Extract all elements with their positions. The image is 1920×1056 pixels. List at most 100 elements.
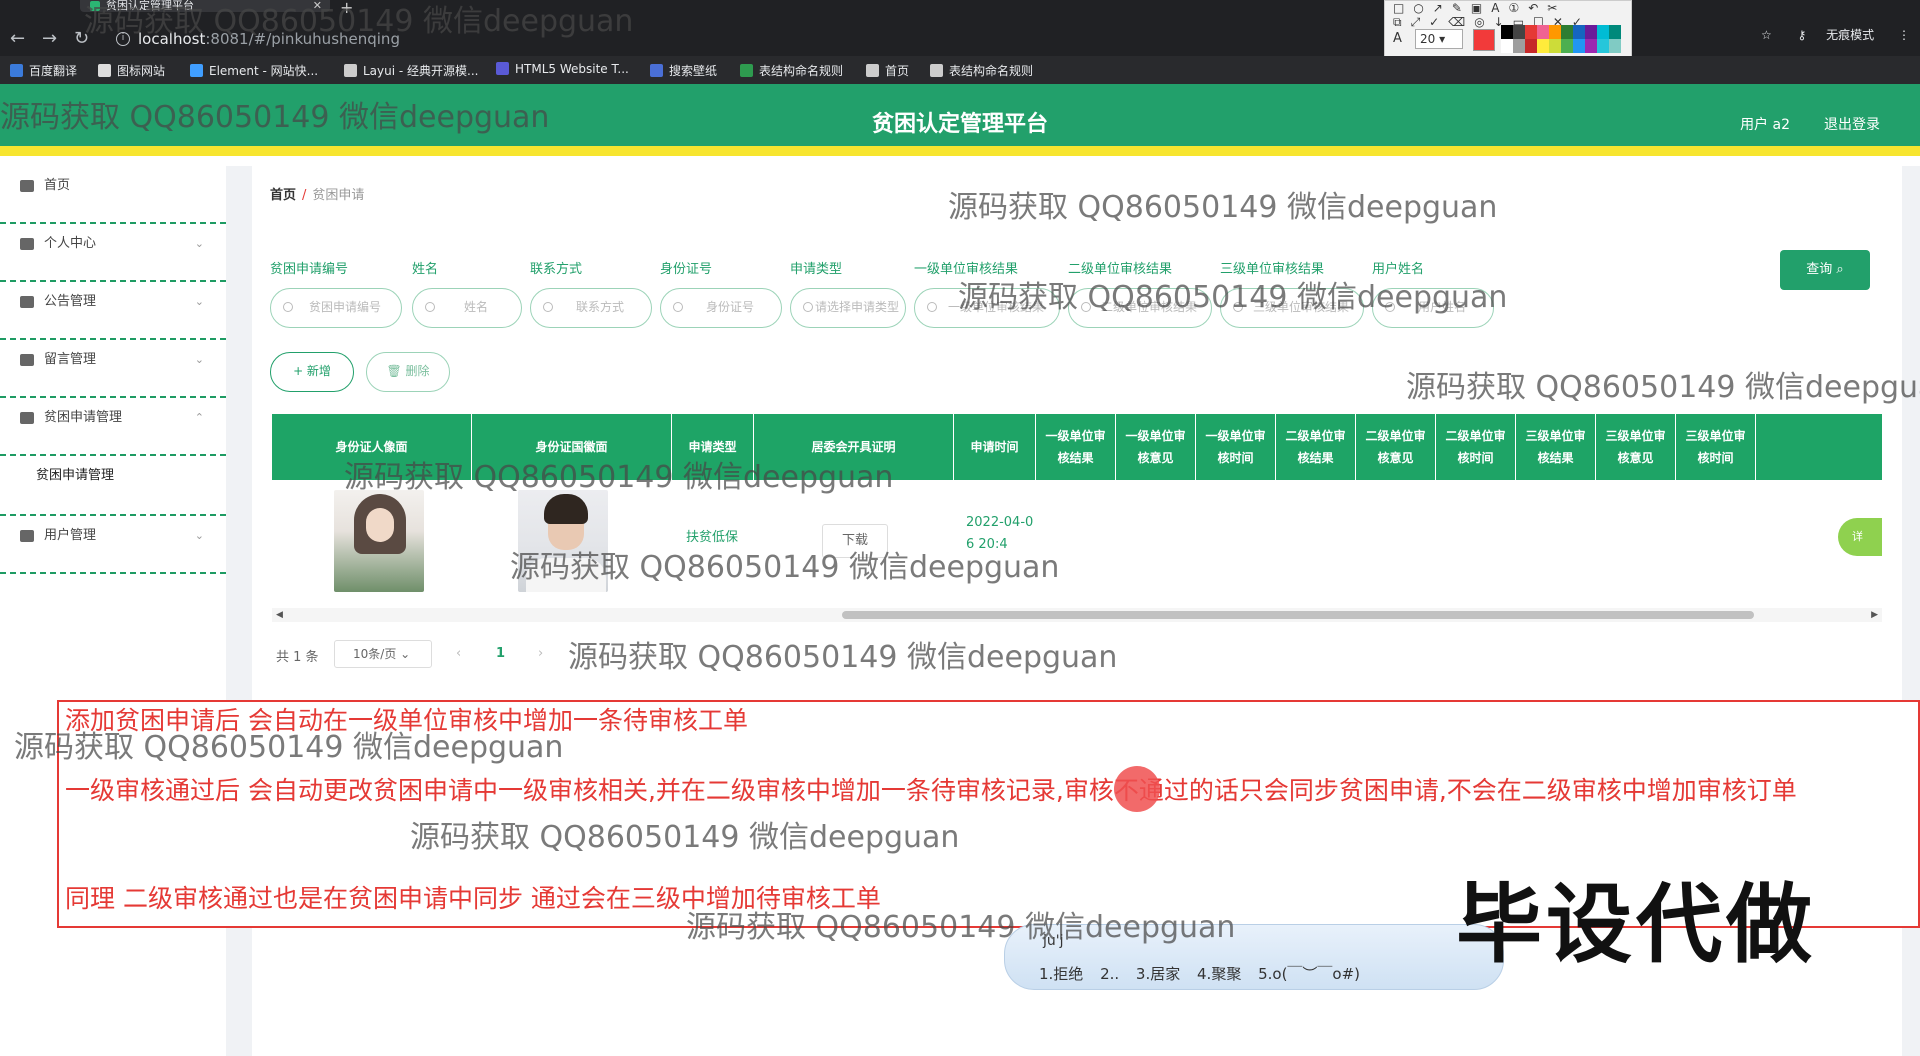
color-swatch[interactable] xyxy=(1585,25,1597,39)
filter-input[interactable]: 三级单位审核结果 xyxy=(1220,288,1364,328)
download-certificate-button[interactable]: 下载 xyxy=(822,524,888,558)
sidebar-item[interactable]: 个人中心 ⌄ xyxy=(0,224,226,282)
color-swatch[interactable] xyxy=(1513,39,1525,53)
font-size-value: 20 xyxy=(1420,32,1436,46)
address-bar[interactable]: i localhost:8081/#/pinkuhushenqing xyxy=(110,26,1370,52)
bookmark-item[interactable]: 百度翻译 xyxy=(10,62,77,79)
bookmark-item[interactable]: Layui - 经典开源模... xyxy=(344,62,478,79)
color-swatch[interactable] xyxy=(1525,25,1537,39)
ime-candidates[interactable]: 1.拒绝 2.. 3.居家 4.聚聚 5.o(￣︶￣o#) xyxy=(1039,963,1360,984)
page-number[interactable]: 1 xyxy=(496,646,505,661)
column-header[interactable]: 一级单位审核意见 xyxy=(1116,414,1196,480)
color-palette[interactable] xyxy=(1501,25,1621,53)
forward-icon[interactable]: → xyxy=(42,28,57,49)
column-header[interactable]: 三级单位审核时间 xyxy=(1676,414,1756,480)
column-header[interactable]: 二级单位审核意见 xyxy=(1356,414,1436,480)
column-header[interactable]: 身份证国徽面 xyxy=(472,414,672,480)
site-info-icon[interactable]: i xyxy=(116,32,130,46)
filter-input[interactable]: 联系方式 xyxy=(530,288,652,328)
sidebar-item[interactable]: 公告管理 ⌄ xyxy=(0,282,226,340)
filter-placeholder: 一级单位审核结果 xyxy=(947,300,1044,314)
page-size-select[interactable]: 10条/页 ⌄ xyxy=(334,640,432,668)
next-page-icon[interactable]: › xyxy=(538,646,543,661)
color-swatch[interactable] xyxy=(1597,39,1609,53)
tab-close-icon[interactable]: ✕ xyxy=(313,0,322,12)
sidebar-item[interactable]: 首页 xyxy=(0,166,226,224)
sidebar-item[interactable]: 用户管理 ⌄ xyxy=(0,516,226,574)
chevron-down-icon: ⌄ xyxy=(194,237,204,250)
logout-link[interactable]: 退出登录 xyxy=(1824,114,1880,134)
bookmark-item[interactable]: 首页 xyxy=(866,62,909,79)
color-swatch[interactable] xyxy=(1561,25,1573,39)
filter-input[interactable]: 贫困申请编号 xyxy=(270,288,402,328)
sidebar-item[interactable]: 留言管理 ⌄ xyxy=(0,340,226,398)
apply-type-select[interactable]: 请选择申请类型 xyxy=(790,288,906,328)
search-icon xyxy=(927,302,937,312)
filter-input[interactable]: 用户姓名 xyxy=(1372,288,1494,328)
row-detail-button[interactable]: 详 xyxy=(1838,518,1882,556)
column-header[interactable]: 身份证人像面 xyxy=(272,414,472,480)
browser-tab[interactable]: 贫困认定管理平台 ✕ xyxy=(80,0,330,12)
column-header[interactable]: 申请类型 xyxy=(672,414,754,480)
ime-candidate-bar[interactable]: ju'j 1.拒绝 2.. 3.居家 4.聚聚 5.o(￣︶￣o#) xyxy=(1004,924,1504,990)
reload-icon[interactable]: ↻ xyxy=(74,28,89,49)
font-size-select[interactable]: 20 ▾ xyxy=(1415,29,1463,49)
breadcrumb-current: 贫困申请 xyxy=(312,188,365,203)
browser-menu-icon[interactable]: ⋮ xyxy=(1898,28,1910,42)
bookmark-label: Layui - 经典开源模... xyxy=(363,64,479,78)
color-swatch[interactable] xyxy=(1609,25,1621,39)
column-header[interactable]: 申请时间 xyxy=(954,414,1036,480)
id-back-photo[interactable] xyxy=(518,490,608,592)
filter-input[interactable]: 姓名 xyxy=(412,288,522,328)
column-header[interactable]: 居委会开具证明 xyxy=(754,414,954,480)
scroll-right-icon[interactable]: ▶ xyxy=(1871,608,1878,622)
color-swatch[interactable] xyxy=(1525,39,1537,53)
column-header[interactable]: 一级单位审核时间 xyxy=(1196,414,1276,480)
add-button[interactable]: + 新增 xyxy=(270,352,354,392)
bookmark-item[interactable]: Element - 网站快... xyxy=(190,62,318,79)
scrollbar-thumb[interactable] xyxy=(842,611,1754,619)
column-header[interactable]: 一级单位审核结果 xyxy=(1036,414,1116,480)
color-swatch[interactable] xyxy=(1513,25,1525,39)
id-front-photo[interactable] xyxy=(334,490,424,592)
query-button[interactable]: 查询 ⌕ xyxy=(1780,250,1870,290)
color-swatch[interactable] xyxy=(1549,25,1561,39)
column-header[interactable]: 三级单位审核意见 xyxy=(1596,414,1676,480)
sidebar-subitem[interactable]: 贫困申请管理 xyxy=(0,456,226,516)
color-swatch[interactable] xyxy=(1537,25,1549,39)
scroll-left-icon[interactable]: ◀ xyxy=(276,608,283,622)
delete-button[interactable]: 🗑 删除 xyxy=(366,352,450,392)
color-swatch[interactable] xyxy=(1561,39,1573,53)
color-swatch[interactable] xyxy=(1573,39,1585,53)
bookmark-star-icon[interactable]: ☆ xyxy=(1761,28,1772,42)
filter-input[interactable]: 二级单位审核结果 xyxy=(1068,288,1212,328)
column-header[interactable]: 三级单位审核结果 xyxy=(1516,414,1596,480)
bookmark-item[interactable]: 图标网站 xyxy=(98,62,165,79)
bookmark-item[interactable]: 搜索壁纸 xyxy=(650,62,717,79)
bookmark-item[interactable]: HTML5 Website T... xyxy=(496,62,629,76)
back-icon[interactable]: ← xyxy=(10,28,25,49)
new-tab-icon[interactable]: + xyxy=(340,0,353,17)
prev-page-icon[interactable]: ‹ xyxy=(456,646,461,661)
color-swatch[interactable] xyxy=(1501,39,1513,53)
color-swatch[interactable] xyxy=(1573,25,1585,39)
color-swatch[interactable] xyxy=(1609,39,1621,53)
sidebar-item[interactable]: 贫困申请管理 ⌃ xyxy=(0,398,226,456)
horizontal-scrollbar[interactable]: ◀ ▶ xyxy=(272,608,1882,622)
bookmark-item[interactable]: 表结构命名规则 xyxy=(930,62,1033,79)
breadcrumb-home[interactable]: 首页 xyxy=(270,188,296,203)
bookmark-item[interactable]: 表结构命名规则 xyxy=(740,62,843,79)
filter-input[interactable]: 身份证号 xyxy=(660,288,782,328)
color-swatch[interactable] xyxy=(1597,25,1609,39)
column-header[interactable]: 二级单位审核时间 xyxy=(1436,414,1516,480)
color-swatch[interactable] xyxy=(1585,39,1597,53)
current-color-swatch[interactable] xyxy=(1473,29,1495,51)
color-swatch[interactable] xyxy=(1549,39,1561,53)
color-swatch[interactable] xyxy=(1537,39,1549,53)
key-icon[interactable]: ⚷ xyxy=(1798,28,1807,42)
tab-strip: 贫困认定管理平台 ✕ + xyxy=(0,0,1920,17)
column-header[interactable]: 二级单位审核结果 xyxy=(1276,414,1356,480)
color-swatch[interactable] xyxy=(1501,25,1513,39)
incognito-label[interactable]: 无痕模式 xyxy=(1826,26,1874,43)
filter-input[interactable]: 一级单位审核结果 xyxy=(914,288,1060,328)
